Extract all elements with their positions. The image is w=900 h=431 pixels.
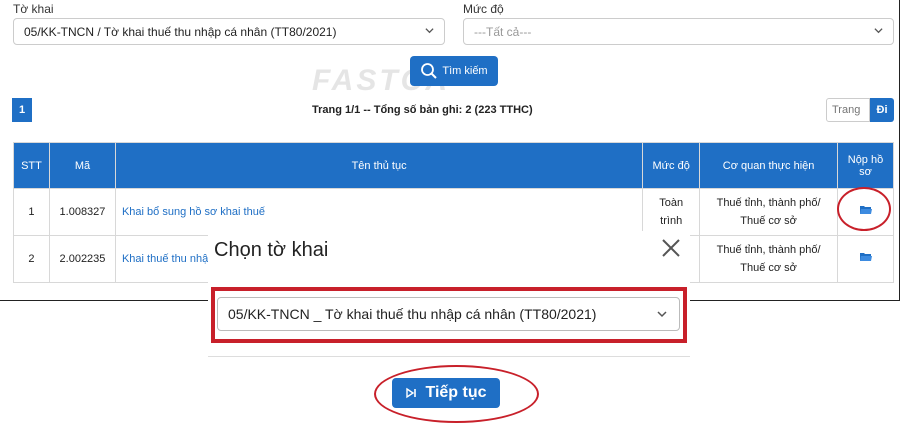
row-ma: 1.008327 <box>48 188 116 236</box>
search-icon <box>421 63 438 79</box>
header-stt: STT <box>13 142 50 189</box>
page-number-button[interactable]: 1 <box>12 98 32 122</box>
row-co-quan: Thuế tỉnh, thành phố/ Thuế cơ sở <box>699 235 838 283</box>
close-icon[interactable] <box>660 237 682 259</box>
header-ma: Mã <box>48 142 116 189</box>
muc-do-label: Mức độ <box>463 2 504 16</box>
search-button-label: Tìm kiếm <box>442 65 488 77</box>
pagination-info: Trang 1/1 -- Tổng số bản ghi: 2 (223 TTH… <box>312 104 533 116</box>
row-procedure-link[interactable]: Khai bổ sung hồ sơ khai thuế <box>114 188 644 236</box>
annotation-circle-continue <box>374 365 539 423</box>
modal-divider <box>208 356 690 357</box>
row-stt: 2 <box>13 235 50 283</box>
table-header-row: STT Mã Tên thủ tục Mức độ Cơ quan thực h… <box>13 142 894 189</box>
row-muc-do: Toàn trình <box>642 188 701 236</box>
row-stt: 1 <box>13 188 50 236</box>
to-khai-label: Tờ khai <box>13 2 54 16</box>
goto-page-button[interactable]: Đi <box>870 98 894 122</box>
search-button[interactable]: Tìm kiếm <box>410 56 498 86</box>
goto-page-input[interactable] <box>826 98 870 122</box>
submit-dossier-button[interactable] <box>837 235 894 283</box>
header-nop-ho-so: Nộp hồ sơ <box>837 142 894 189</box>
app-root: Tờ khai 05/KK-TNCN / Tờ khai thuế thu nh… <box>0 0 900 431</box>
to-khai-select[interactable]: 05/KK-TNCN / Tờ khai thuế thu nhập cá nh… <box>13 18 445 45</box>
muc-do-select[interactable]: ---Tất cả--- <box>463 18 894 45</box>
header-muc-do: Mức độ <box>642 142 701 189</box>
header-ten-thu-tuc: Tên thủ tục <box>114 142 644 189</box>
modal-select-value: 05/KK-TNCN _ Tờ khai thuế thu nhập cá nh… <box>228 306 597 322</box>
chevron-down-icon <box>874 28 883 34</box>
folder-open-icon <box>859 253 872 261</box>
header-co-quan: Cơ quan thực hiện <box>699 142 838 189</box>
row-ma: 2.002235 <box>48 235 116 283</box>
row-co-quan: Thuế tỉnh, thành phố/ Thuế cơ sở <box>699 188 838 236</box>
muc-do-select-value: ---Tất cả--- <box>474 25 532 39</box>
annotation-circle-nop-ho-so <box>837 187 891 231</box>
modal-title: Chọn tờ khai <box>214 239 329 261</box>
table-row: 1 1.008327 Khai bổ sung hồ sơ khai thuế … <box>13 188 894 236</box>
modal-header: Chọn tờ khai <box>208 231 690 287</box>
chevron-down-icon <box>657 311 667 318</box>
modal-to-khai-select[interactable]: 05/KK-TNCN _ Tờ khai thuế thu nhập cá nh… <box>217 297 680 331</box>
to-khai-select-value: 05/KK-TNCN / Tờ khai thuế thu nhập cá nh… <box>24 25 337 39</box>
chevron-down-icon <box>425 28 434 34</box>
